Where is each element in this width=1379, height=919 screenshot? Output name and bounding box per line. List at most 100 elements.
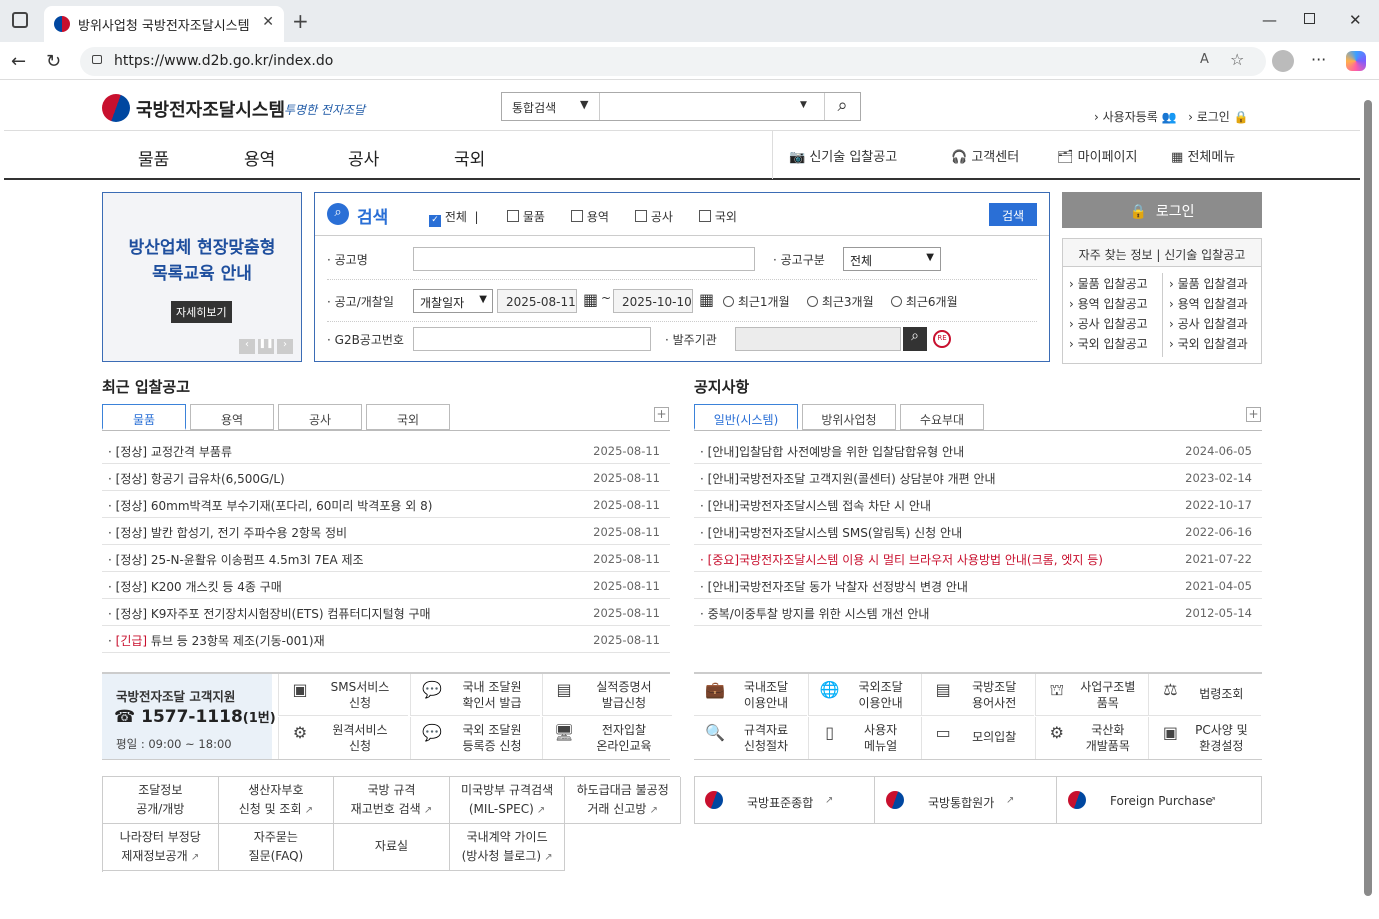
notice-row[interactable]: · [안내]국방전자조달시스템 접속 차단 시 안내 2022-10-17 [694,491,1262,518]
refresh-icon[interactable]: ↻ [46,51,61,72]
banner-pause-icon[interactable]: ❚❚ [258,339,274,354]
info-link-2[interactable]: 국방 규격 재고번호 검색 ↗ [334,777,450,824]
minimize-icon[interactable]: — [1262,11,1277,29]
read-aloud-icon[interactable]: A [1200,52,1209,67]
link-construction-result[interactable]: › 공사 입찰결과 [1169,315,1248,332]
calendar-icon[interactable]: ▦ [583,290,598,309]
bid-row[interactable]: · [정상] 발칸 합성기, 전기 주파수용 2항목 정비 2025-08-11 [102,518,670,545]
bid-name-input[interactable] [413,247,755,271]
service-shortcut-6[interactable]: ▯ 사용자 메뉴얼 [807,717,921,759]
service-shortcut-1[interactable]: 🌐 국외조달 이용안내 [807,674,921,716]
support-service-2[interactable]: ▤ 실적증명서 발급신청 [542,674,672,716]
tab-bids-goods[interactable]: 물품 [102,404,186,430]
customer-center-button[interactable]: 🎧 고객센터 [951,146,1019,165]
bid-row[interactable]: · [정상] 교정간격 부품류 2025-08-11 [102,437,670,464]
notice-row[interactable]: · [중요]국방전자조달시스템 이용 시 멀티 브라우저 사용방법 안내(크롬,… [694,545,1262,572]
support-service-5[interactable]: 🖥 전자입찰 온라인교육 [542,717,672,759]
radio-3month[interactable]: 최근3개월 [807,293,874,310]
tab-bids-services[interactable]: 용역 [190,404,274,430]
info-link-3[interactable]: 미국방부 규격검색 (MIL-SPEC) ↗ [449,777,566,824]
service-shortcut-4[interactable]: ⚖ 법령조회 [1148,674,1262,716]
tab-notice-units[interactable]: 수요부대 [900,404,984,430]
copilot-icon[interactable] [1346,51,1366,71]
support-service-3[interactable]: ⚙ 원격서비스 신청 [278,717,408,759]
mypage-button[interactable]: 🗂 마이페이지 [1057,146,1137,165]
check-services[interactable]: 용역 [571,208,609,225]
info-link-7[interactable]: 자료실 [334,824,450,871]
nav-item-construction[interactable]: 공사 [348,145,379,170]
service-shortcut-3[interactable]: ⛫ 사업구조별 품목 [1034,674,1148,716]
notice-row[interactable]: · [안내]입찰담합 사전예방을 위한 입찰담합유형 안내 2024-06-05 [694,437,1262,464]
close-tab-icon[interactable]: ✕ [262,14,274,30]
link-goods-bid[interactable]: › 물품 입찰공고 [1069,275,1148,292]
nav-item-goods[interactable]: 물품 [138,145,169,170]
profile-avatar[interactable] [1272,50,1294,72]
info-link-4[interactable]: 하도급대금 불공정 거래 신고방 ↗ [565,777,681,824]
related-site-foreign[interactable]: Foreign Purchase ↗ [1058,777,1261,823]
info-link-5[interactable]: 나라장터 부정당 제재정보공개 ↗ [103,824,219,871]
banner-next-icon[interactable]: › [277,339,293,354]
sidebar-toggle-icon[interactable] [12,12,28,28]
notice-row[interactable]: · [안내]국방전자조달 고객지원(콜센터) 상담분야 개편 안내 2023-02… [694,464,1262,491]
support-service-1[interactable]: 💬 국내 조달원 확인서 발급 [410,674,540,716]
reset-icon[interactable]: RE [933,330,951,348]
banner-prev-icon[interactable]: ‹ [239,339,255,354]
scrollbar-thumb[interactable] [1364,100,1372,896]
org-search-button[interactable]: ⌕ [903,327,927,351]
all-menu-button[interactable]: ▦ 전체메뉴 [1171,146,1235,165]
more-notices-icon[interactable]: + [1246,407,1261,422]
support-service-0[interactable]: ▣ SMS서비스 신청 [278,674,408,716]
chevron-down-icon[interactable]: ▼ [800,100,807,110]
notice-row[interactable]: · [안내]국방전자조달 동가 낙찰자 선정방식 변경 안내 2021-04-05 [694,572,1262,599]
service-shortcut-9[interactable]: ▣ PC사양 및 환경설정 [1148,717,1261,759]
search-input[interactable] [602,93,822,120]
link-construction-bid[interactable]: › 공사 입찰공고 [1069,315,1148,332]
tab-notice-dapa[interactable]: 방위사업청 [802,404,896,430]
favorite-star-icon[interactable]: ☆ [1230,50,1244,69]
nav-item-foreign[interactable]: 국외 [454,145,485,170]
search-icon[interactable]: ⌕ [824,93,860,120]
notice-row[interactable]: · 중복/이중투찰 방지를 위한 시스템 개선 안내 2012-05-14 [694,599,1262,626]
tab-bids-foreign[interactable]: 국외 [366,404,450,430]
info-link-0[interactable]: 조달정보 공개/개방 [103,777,219,824]
link-foreign-bid[interactable]: › 국외 입찰공고 [1069,335,1148,352]
back-icon[interactable]: ← [11,51,26,72]
radio-1month[interactable]: 최근1개월 [723,293,790,310]
info-link-1[interactable]: 생산자부호 신청 및 조회 ↗ [218,777,335,824]
support-service-4[interactable]: 💬 국외 조달원 등록증 신청 [410,717,540,759]
bid-row[interactable]: · [정상] 25-N-윤활유 이송펌프 4.5m3l 7EA 제조 2025-0… [102,545,670,572]
link-goods-result[interactable]: › 물품 입찰결과 [1169,275,1248,292]
promo-banner[interactable]: 방산업체 현장맞춤형 목록교육 안내 자세히보기 ‹ ❚❚ › [102,192,302,362]
new-tech-bid-button[interactable]: 📷 신기술 입찰공고 [789,146,897,165]
link-services-result[interactable]: › 용역 입찰결과 [1169,295,1248,312]
search-scope-select[interactable]: 통합검색 ▼ [502,93,600,120]
service-shortcut-5[interactable]: 🔍 규격자료 신청절차 [694,717,807,759]
maximize-icon[interactable] [1304,13,1315,24]
calendar-icon[interactable]: ▦ [699,290,714,309]
search-submit-button[interactable]: 검색 [989,203,1037,226]
nav-item-services[interactable]: 용역 [244,145,275,170]
notice-row[interactable]: · [안내]국방전자조달시스템 SMS(알림톡) 신청 안내 2022-06-16 [694,518,1262,545]
tab-bids-construction[interactable]: 공사 [278,404,362,430]
check-foreign[interactable]: 국외 [699,208,737,225]
bid-row[interactable]: · [정상] K9자주포 전기장치시험장비(ETS) 컴퓨터디지털형 구매 202… [102,599,670,626]
bid-row[interactable]: · [정상] 항공기 급유차(6,500G/L) 2025-08-11 [102,464,670,491]
bid-type-select[interactable]: 전체 ▼ [843,247,941,271]
check-all[interactable]: ✓ 전체 | [429,208,479,227]
related-site-standard[interactable]: 국방표준종합 ↗ [695,777,875,823]
more-menu-icon[interactable]: ··· [1311,50,1326,69]
link-services-bid[interactable]: › 용역 입찰공고 [1069,295,1148,312]
related-site-cost[interactable]: 국방통합원가 ↗ [876,777,1057,823]
org-input[interactable] [735,327,901,351]
service-shortcut-0[interactable]: 💼 국내조달 이용안내 [694,674,807,716]
radio-6month[interactable]: 최근6개월 [891,293,958,310]
register-link[interactable]: › 사용자등록 👥 [1094,110,1177,124]
more-bids-icon[interactable]: + [654,407,669,422]
link-foreign-result[interactable]: › 국외 입찰결과 [1169,335,1248,352]
tab-notice-system[interactable]: 일반(시스템) [694,404,798,430]
bid-row[interactable]: · [정상] 60mm박격포 부수기재(포다리, 60미리 박격포용 외 8) 2… [102,491,670,518]
info-link-8[interactable]: 국내계약 가이드 (방사청 블로그) ↗ [449,824,566,871]
browser-tab[interactable]: 방위사업청 국방전자조달시스템 ✕ [44,6,284,42]
new-tab-icon[interactable]: + [292,9,309,33]
site-logo[interactable]: 국방전자조달시스템 투명한 전자조달 [100,92,380,122]
